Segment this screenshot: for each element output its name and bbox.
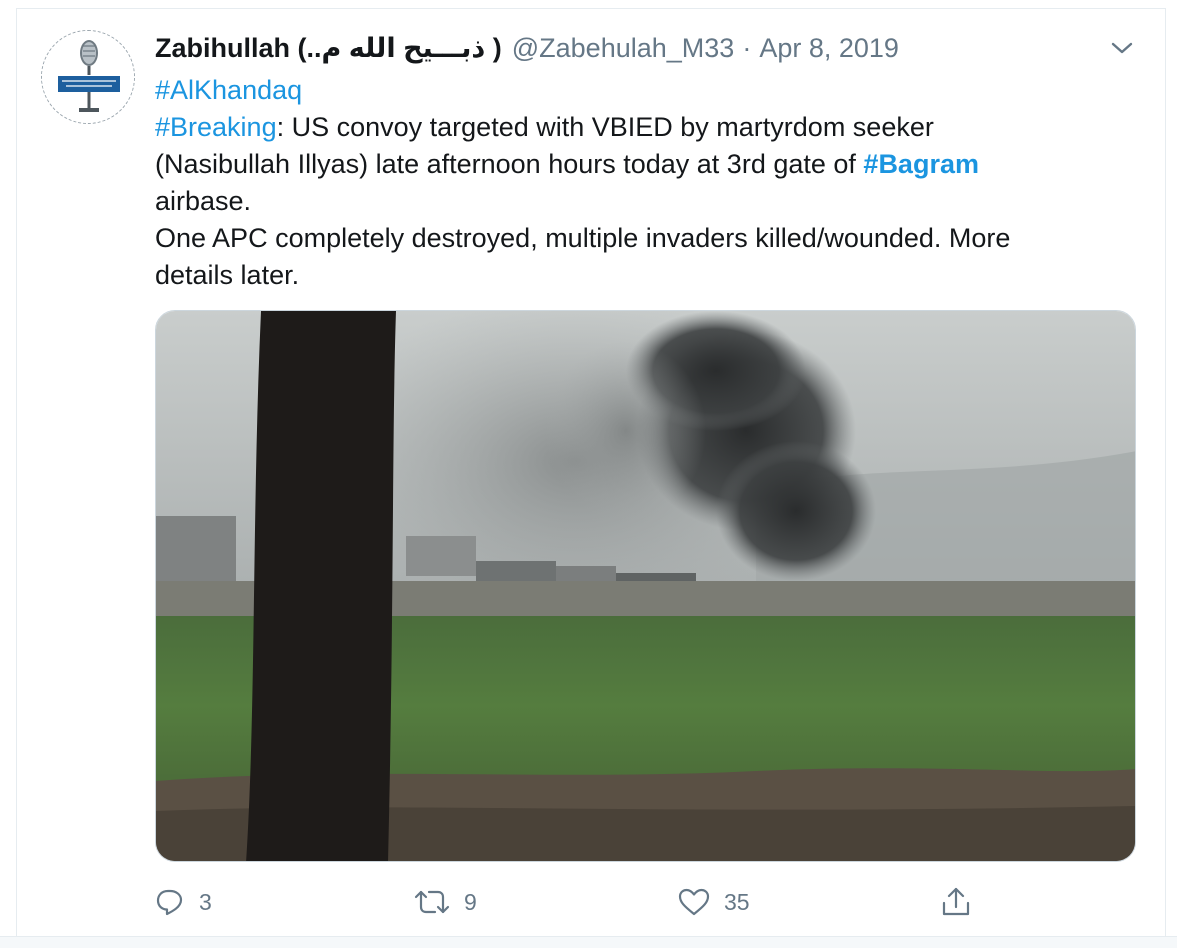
- smoke-photo: [156, 311, 1135, 861]
- avatar[interactable]: [41, 30, 135, 124]
- like-button[interactable]: 35: [678, 880, 750, 924]
- text-line-4: airbase.: [155, 186, 252, 216]
- tweet-actions: 3 9 35: [155, 880, 1145, 924]
- reply-icon: [156, 889, 183, 916]
- chevron-down-icon[interactable]: [1108, 38, 1136, 58]
- retweet-count: 9: [464, 888, 477, 915]
- tweet-text: #AlKhandaq #Breaking: US convoy targeted…: [155, 72, 1145, 294]
- share-icon: [942, 887, 970, 916]
- retweet-icon: [414, 890, 450, 914]
- hashtag-bagram[interactable]: #Bagram: [863, 149, 979, 179]
- tweet-divider: [0, 936, 1177, 948]
- share-button[interactable]: [941, 880, 971, 924]
- text-line-2: #Breaking: US convoy targeted with VBIED…: [155, 109, 1145, 146]
- text-line-3: (Nasibullah Illyas) late afternoon hours…: [155, 146, 1145, 183]
- header-separator: ·: [742, 32, 752, 63]
- tweet-date[interactable]: Apr 8, 2019: [759, 33, 899, 64]
- like-count: 35: [724, 888, 750, 915]
- reply-button[interactable]: 3: [155, 880, 212, 924]
- text-line-1: #AlKhandaq: [155, 72, 1145, 109]
- text-line-2-rest: : US convoy targeted with VBIED by marty…: [276, 112, 934, 142]
- page: Zabihullah (..ذبـــيح الله م ) @Zabehula…: [0, 0, 1177, 948]
- retweet-button[interactable]: 9: [414, 880, 477, 924]
- author-display-name[interactable]: Zabihullah (..ذبـــيح الله م ): [155, 33, 502, 64]
- tweet-photo[interactable]: [155, 310, 1136, 862]
- hashtag-alkhandaq[interactable]: #AlKhandaq: [155, 75, 302, 105]
- author-handle[interactable]: @Zabehulah_M33: [512, 33, 735, 64]
- text-line-3-pre: (Nasibullah Illyas) late afternoon hours…: [155, 149, 864, 179]
- heart-icon: [678, 888, 710, 916]
- hashtag-breaking[interactable]: #Breaking: [155, 112, 277, 142]
- tweet-header: Zabihullah (..ذبـــيح الله م ) @Zabehula…: [155, 30, 899, 66]
- text-line-5: One APC completely destroyed, multiple i…: [155, 223, 1011, 253]
- reply-count: 3: [199, 888, 212, 915]
- microphone-logo-icon: [42, 31, 134, 123]
- text-line-6: details later.: [155, 260, 300, 290]
